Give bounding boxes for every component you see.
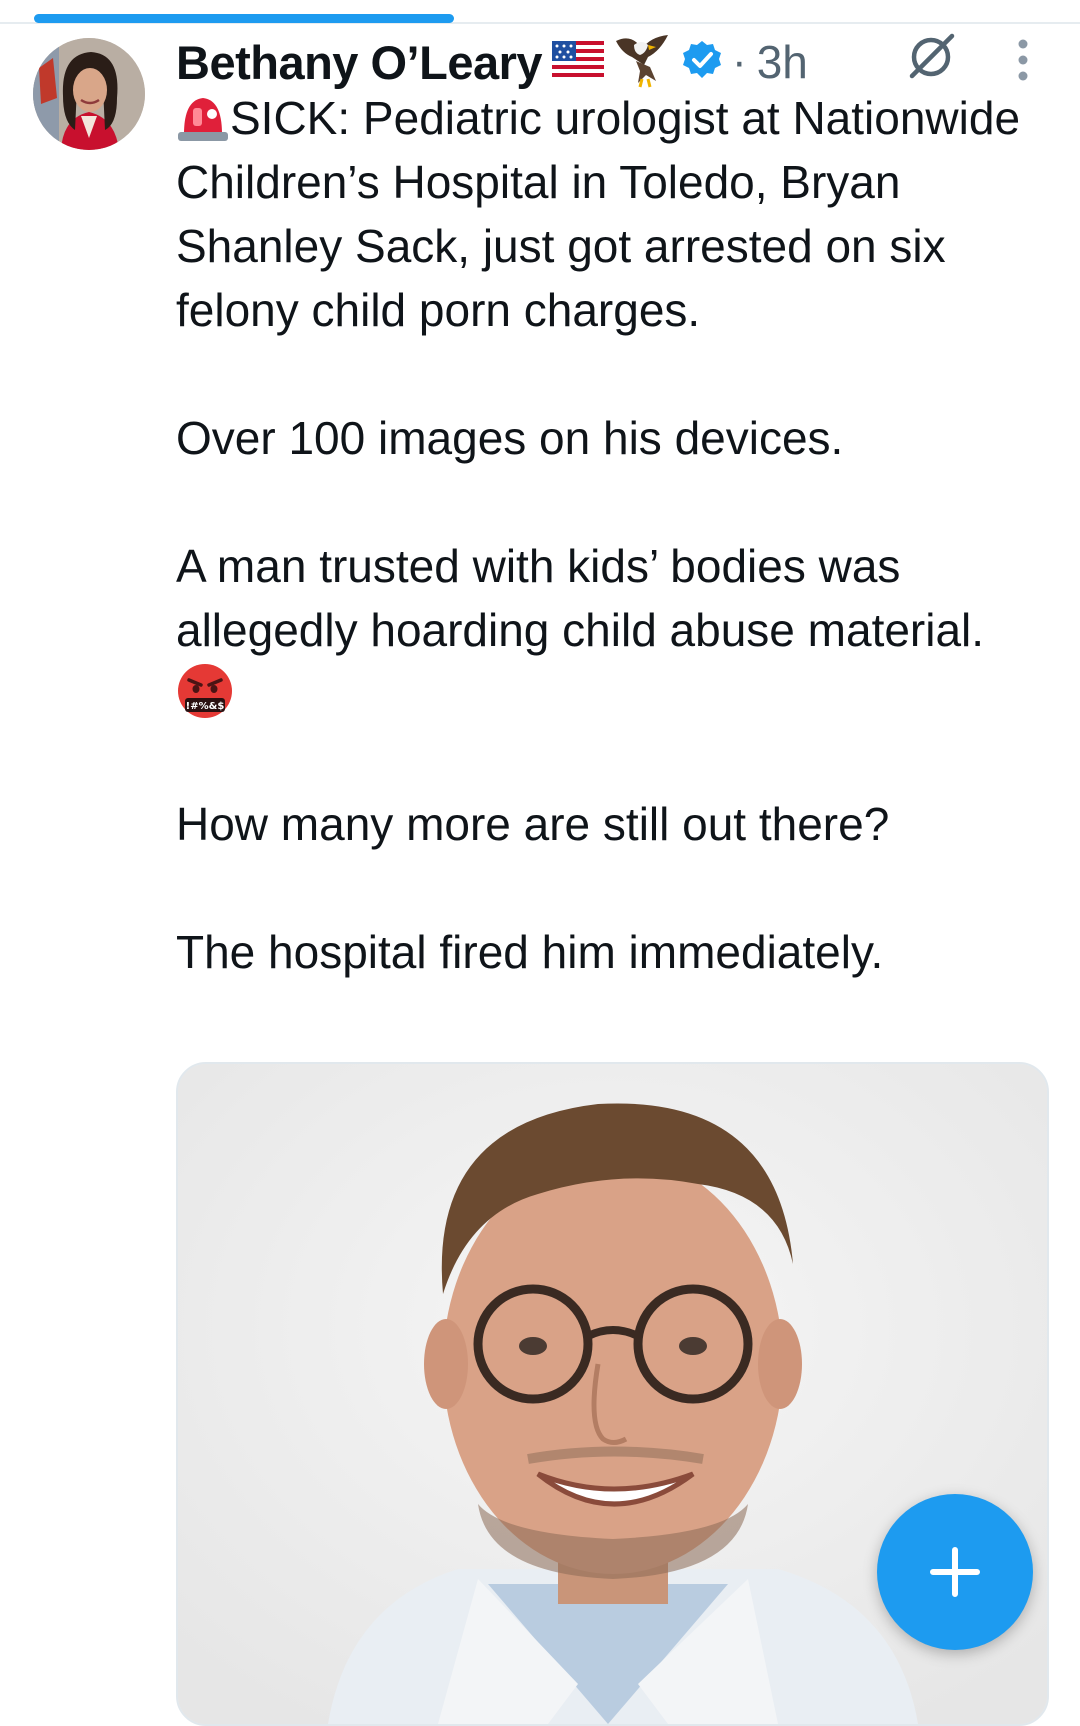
emoji-symbols-text: !#%&$ <box>186 701 225 712</box>
loading-progress-bar <box>34 14 454 23</box>
police-light-emoji-icon <box>176 92 230 144</box>
more-vertical-icon[interactable] <box>1012 38 1034 82</box>
face-with-symbols-emoji-icon: !#%&$ <box>176 664 234 722</box>
paragraph-4: How many more are still out there? <box>176 798 890 850</box>
tweet-header: Bethany O’Leary · 3h <box>176 30 808 94</box>
avatar[interactable] <box>33 38 145 150</box>
verified-badge-icon[interactable] <box>682 40 722 85</box>
paragraph-2: Over 100 images on his devices. <box>176 412 844 464</box>
compose-button[interactable] <box>877 1494 1033 1650</box>
paragraph-3: A man trusted with kids’ bodies was alle… <box>176 540 985 656</box>
plus-icon <box>930 1547 980 1597</box>
eagle-emoji-icon <box>612 31 672 94</box>
tweet-paragraph: !#%&$ <box>176 662 1056 728</box>
timestamp[interactable]: 3h <box>757 35 808 89</box>
paragraph-5: The hospital fired him immediately. <box>176 926 884 978</box>
us-flag-emoji-icon <box>552 40 605 84</box>
paragraph-1: SICK: Pediatric urologist at Nationwide … <box>176 92 1021 336</box>
tweet-body: SICK: Pediatric urologist at Nationwide … <box>176 86 1056 984</box>
grok-icon[interactable] <box>906 32 956 82</box>
tweet-paragraph: SICK: Pediatric urologist at Nationwide … <box>176 86 1056 342</box>
separator-dot: · <box>732 37 747 86</box>
display-name[interactable]: Bethany O’Leary <box>176 35 543 90</box>
